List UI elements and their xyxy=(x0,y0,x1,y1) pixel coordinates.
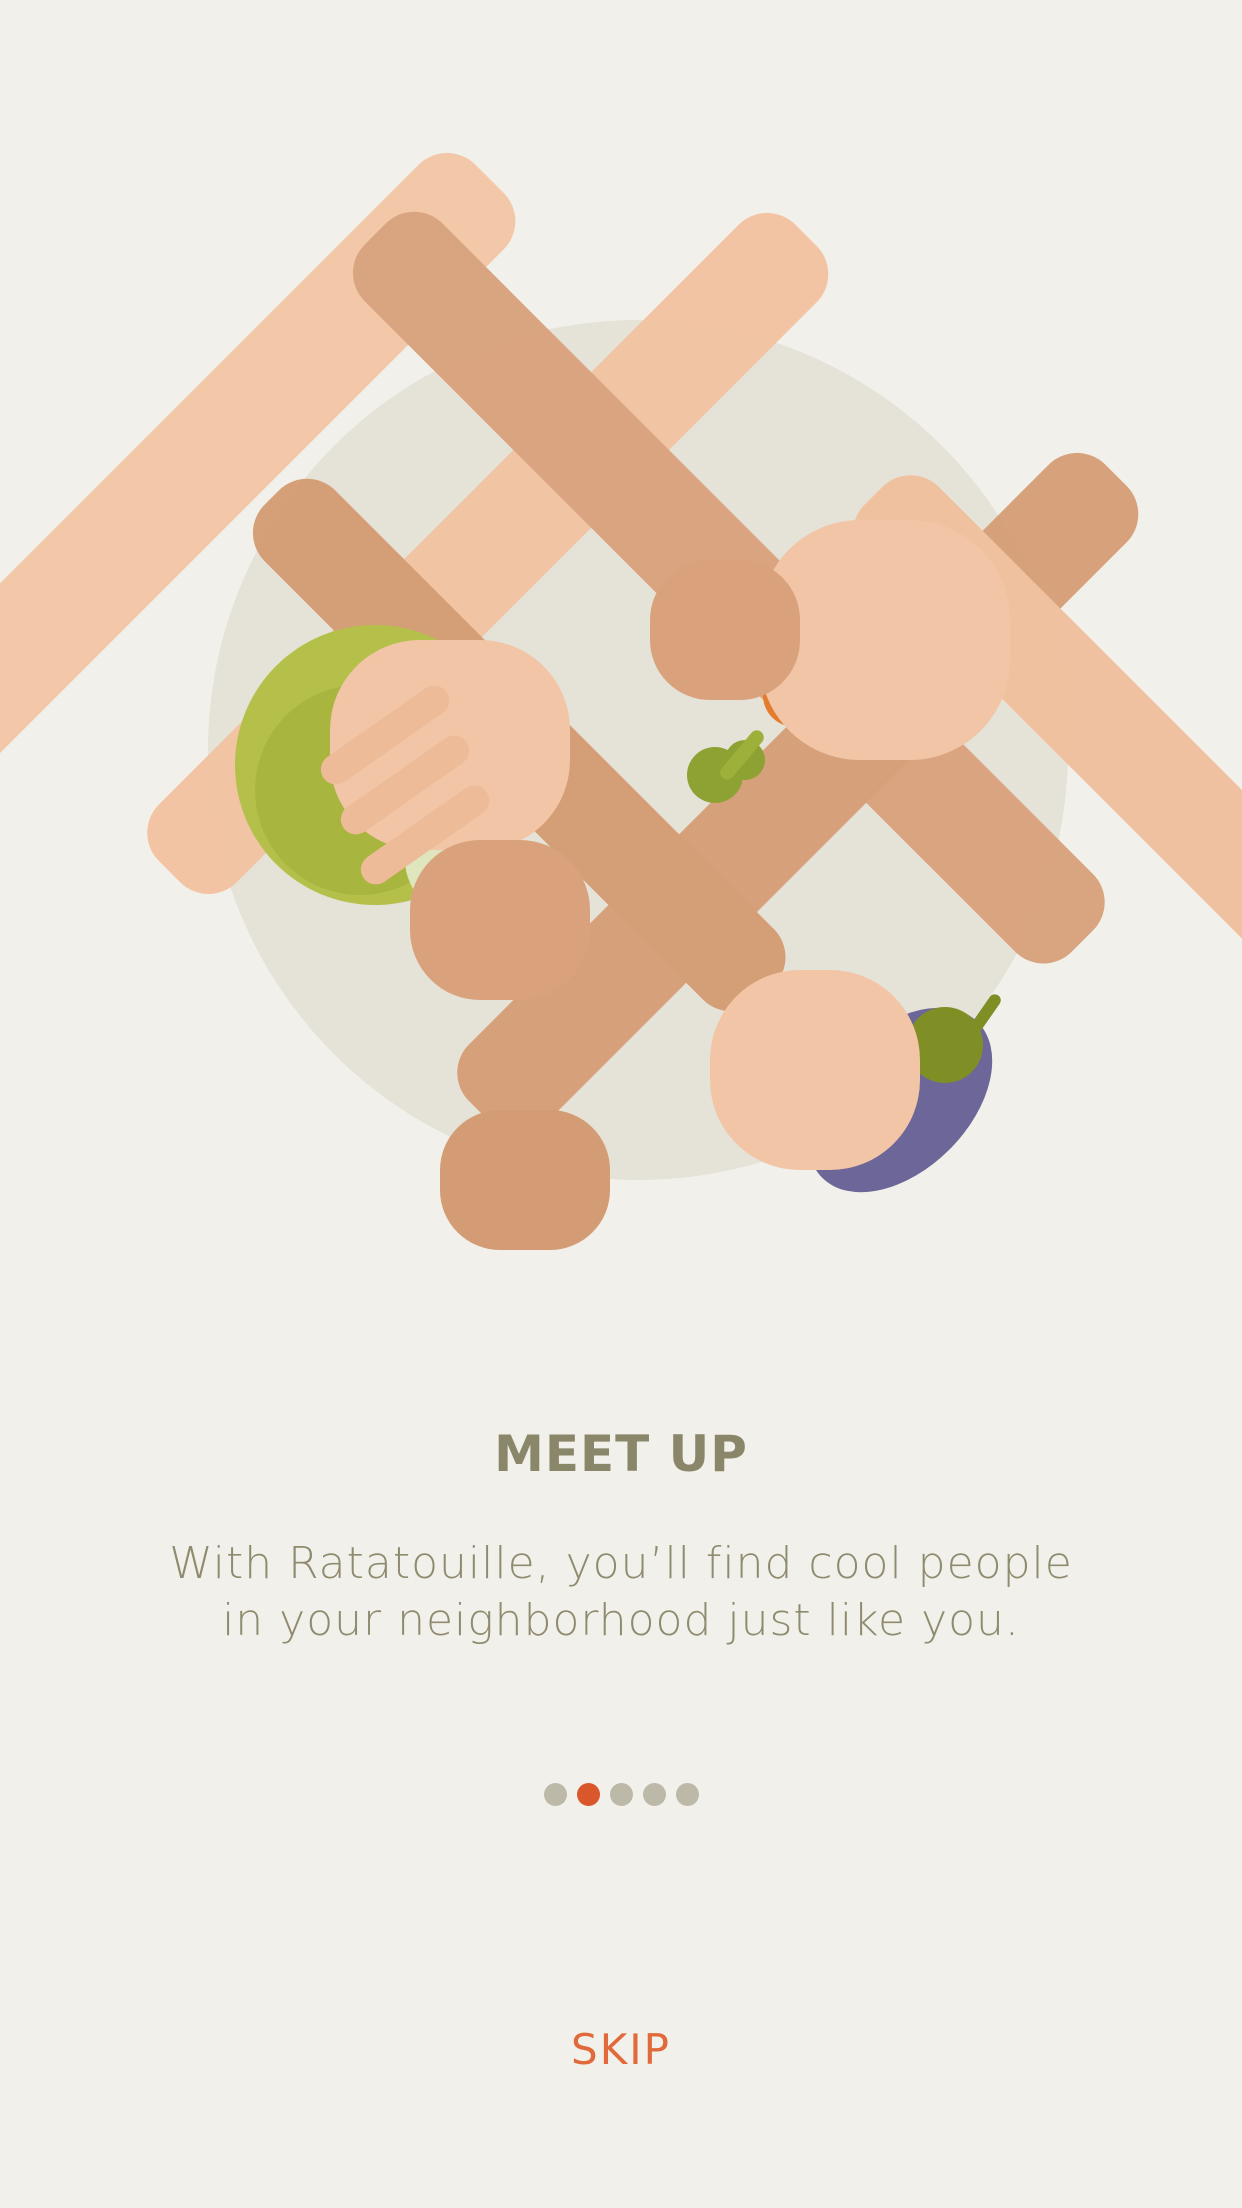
hand-bottom-icon xyxy=(440,1110,610,1250)
onboarding-description: With Ratatouille, you’ll find cool peopl… xyxy=(0,1535,1242,1649)
page-dot-3[interactable] xyxy=(609,1783,633,1806)
page-dot-2-active[interactable] xyxy=(576,1783,600,1806)
onboarding-title: MEET UP xyxy=(494,1425,748,1483)
page-dot-1[interactable] xyxy=(543,1783,567,1806)
skip-button[interactable]: SKIP xyxy=(521,2025,721,2085)
onboarding-screen: MEET UP With Ratatouille, you’ll find co… xyxy=(0,0,1242,2208)
description-line-1: With Ratatouille, you’ll find cool peopl… xyxy=(169,1538,1073,1589)
page-dot-4[interactable] xyxy=(642,1783,666,1806)
page-dot-5[interactable] xyxy=(675,1783,699,1806)
hand-middle-icon xyxy=(410,840,590,1000)
hand-bottom-right-icon xyxy=(710,970,920,1170)
description-line-2: in your neighborhood just like you. xyxy=(222,1595,1020,1646)
page-indicator[interactable] xyxy=(0,1783,1242,1806)
hands-holding-vegetables-illustration xyxy=(0,152,1242,1250)
